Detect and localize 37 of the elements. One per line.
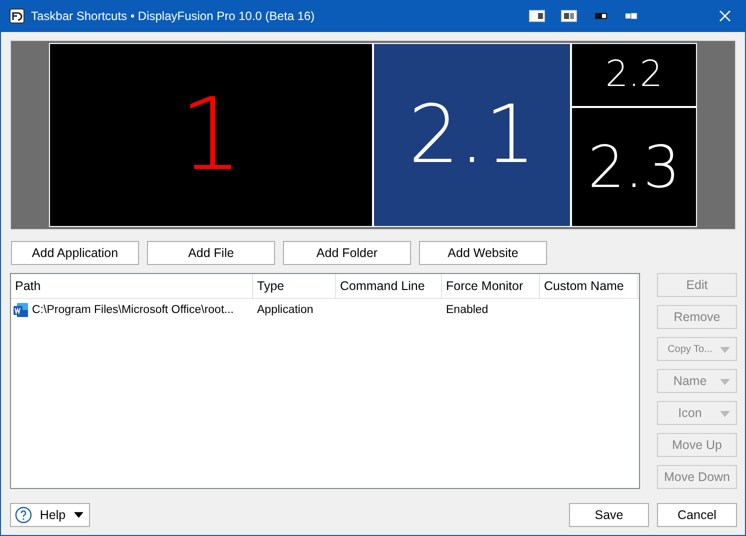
save-button[interactable]: Save (569, 503, 649, 527)
document-icon (13, 302, 29, 318)
monitors-icon[interactable] (561, 10, 577, 22)
caret-icon (74, 512, 83, 518)
close-icon[interactable] (719, 10, 731, 22)
window-split-icon[interactable] (595, 12, 607, 20)
table-cell: Application (257, 304, 314, 316)
table-cell: Enabled (446, 304, 488, 316)
help-button[interactable]: Help (10, 503, 90, 527)
caret-icon (720, 411, 730, 417)
window-title: Taskbar Shortcuts • DisplayFusion Pro 10.0 (Beta 16) (31, 9, 315, 23)
add-button[interactable]: Add File (147, 241, 275, 265)
window-split-icon[interactable] (625, 12, 637, 20)
monitor[interactable]: 1 (50, 44, 372, 226)
cancel-button[interactable]: Cancel (657, 503, 737, 527)
app-icon (9, 8, 25, 24)
column-header[interactable]: Command Line (336, 274, 442, 298)
table-row[interactable]: C:\Program Files\Microsoft Office\root... Application Enabled (11, 299, 639, 321)
monitor[interactable]: 2.1 (374, 44, 570, 226)
monitor[interactable]: 2.3 (572, 108, 696, 226)
monitor-number: 2.3 (588, 138, 680, 196)
monitor-number: 2.2 (605, 57, 663, 93)
help-icon (15, 506, 32, 524)
column-header[interactable]: Force Monitor (442, 274, 540, 298)
monitor-number: 1 (179, 85, 243, 185)
column-header[interactable]: Type (253, 274, 336, 298)
add-button[interactable]: Add Application (11, 241, 139, 265)
table-cell: C:\Program Files\Microsoft Office\root... (32, 304, 234, 316)
monitor-icon[interactable] (529, 10, 545, 22)
column-header[interactable]: Custom Name (540, 274, 638, 298)
caret-icon (720, 347, 730, 353)
column-header[interactable]: Path (11, 274, 253, 298)
monitor-number: 2.1 (408, 95, 536, 175)
monitor[interactable]: 2.2 (572, 44, 696, 106)
add-button[interactable]: Add Website (419, 241, 547, 265)
add-button[interactable]: Add Folder (283, 241, 411, 265)
caret-icon (720, 379, 730, 385)
